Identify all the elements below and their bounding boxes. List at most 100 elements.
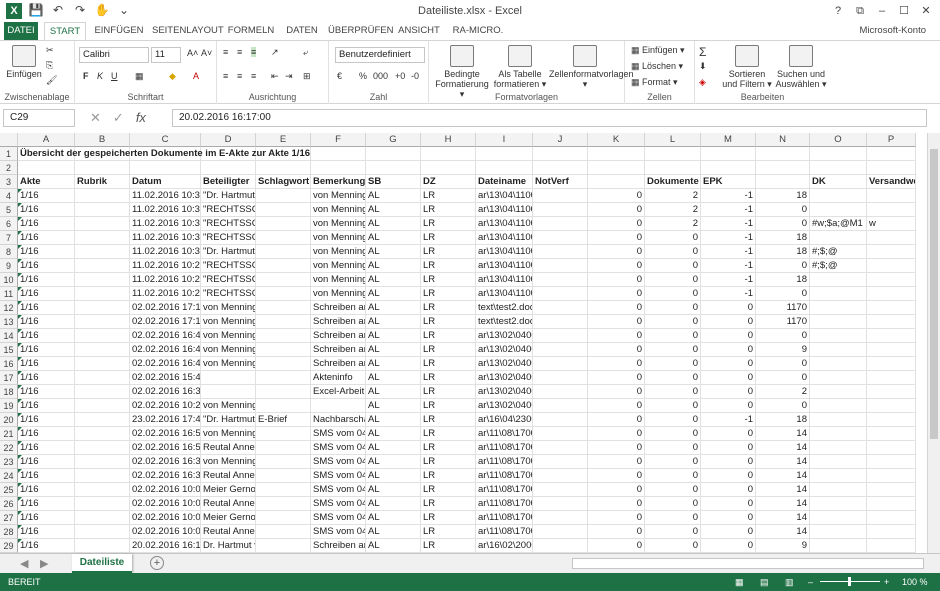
cell-F24[interactable]: SMS vom 04. [311, 469, 366, 483]
cell-A11[interactable]: 1/16 [18, 287, 75, 301]
cell-M12[interactable]: 0 [701, 301, 756, 315]
cell-L28[interactable]: 0 [645, 525, 701, 539]
cell-I12[interactable]: text\test2.docx [476, 301, 533, 315]
cell-G5[interactable]: AL [366, 203, 421, 217]
cell-O18[interactable] [810, 385, 867, 399]
cell-F7[interactable]: von Menning [311, 231, 366, 245]
cell-E8[interactable] [256, 245, 311, 259]
cell-A17[interactable]: 1/16 [18, 371, 75, 385]
cell-I8[interactable]: ar\13\04\110000500001-0 [476, 245, 533, 259]
cell-H22[interactable]: LR [421, 441, 476, 455]
cell-C17[interactable]: 02.02.2016 15:42 [130, 371, 201, 385]
cell-K6[interactable]: 0 [588, 217, 645, 231]
cell-M23[interactable]: 0 [701, 455, 756, 469]
cell-B3[interactable]: Rubrik [75, 175, 130, 189]
cell-E3[interactable]: Schlagwort [256, 175, 311, 189]
enter-icon[interactable]: ✓ [113, 109, 124, 127]
cell-M9[interactable]: -1 [701, 259, 756, 273]
cell-M4[interactable]: -1 [701, 189, 756, 203]
cell-D24[interactable]: Reutal Annelene [201, 469, 256, 483]
cell-B12[interactable] [75, 301, 130, 315]
redo-icon[interactable]: ↷ [72, 3, 88, 17]
tab-ra-micro[interactable]: RA-MICRO. [450, 22, 506, 40]
cell-I16[interactable]: ar\13\02\040000700001-0 [476, 357, 533, 371]
cell-C20[interactable]: 23.02.2016 17:40 [130, 413, 201, 427]
cell-F17[interactable]: Akteninfo [311, 371, 366, 385]
cell-E15[interactable] [256, 343, 311, 357]
align-center-icon[interactable]: ≡ [237, 71, 242, 81]
cell-C15[interactable]: 02.02.2016 16:47 [130, 343, 201, 357]
column-header-A[interactable]: A [18, 133, 75, 147]
tab-formulas[interactable]: FORMELN [226, 22, 276, 40]
cell-A10[interactable]: 1/16 [18, 273, 75, 287]
cell-M24[interactable]: 0 [701, 469, 756, 483]
find-select-button[interactable]: Suchen und Auswählen ▾ [775, 45, 827, 90]
cell-F26[interactable]: SMS vom 04. [311, 497, 366, 511]
row-header[interactable]: 16 [0, 357, 18, 371]
cell-F11[interactable]: von Menning [311, 287, 366, 301]
column-header-J[interactable]: J [533, 133, 588, 147]
cell-I23[interactable]: ar\11\08\170002400001-0 [476, 455, 533, 469]
cell-I6[interactable]: ar\13\04\110000800001-0 [476, 217, 533, 231]
cell-H16[interactable]: LR [421, 357, 476, 371]
cell-K19[interactable]: 0 [588, 399, 645, 413]
cell-D29[interactable]: Dr. Hartmut von Menning [201, 539, 256, 553]
clear-icon[interactable]: ◈ [699, 77, 706, 88]
row-header[interactable]: 24 [0, 469, 18, 483]
cell-C9[interactable]: 11.02.2016 10:29 [130, 259, 201, 273]
cell-A21[interactable]: 1/16 [18, 427, 75, 441]
cell-K12[interactable]: 0 [588, 301, 645, 315]
cell-I29[interactable]: ar\16\02\200000200001-0 [476, 539, 533, 553]
cell-P8[interactable] [867, 245, 916, 259]
cell-I15[interactable]: ar\13\02\040000800001-0 [476, 343, 533, 357]
cell-J27[interactable] [533, 511, 588, 525]
cell-N22[interactable]: 14 [756, 441, 810, 455]
cell-N17[interactable]: 0 [756, 371, 810, 385]
cell-K28[interactable]: 0 [588, 525, 645, 539]
sheet-tab-dateiliste[interactable]: Dateiliste [72, 554, 132, 573]
format-painter-icon[interactable]: 🖌 [46, 75, 57, 86]
tab-page-layout[interactable]: SEITENLAYOUT [152, 22, 224, 40]
cell-E6[interactable] [256, 217, 311, 231]
cell-C22[interactable]: 02.02.2016 16:54 [130, 441, 201, 455]
cell-C21[interactable]: 02.02.2016 16:54 [130, 427, 201, 441]
cell-L20[interactable]: 0 [645, 413, 701, 427]
help-button[interactable]: ? [828, 2, 848, 20]
cell-B22[interactable] [75, 441, 130, 455]
row-header[interactable]: 1 [0, 147, 18, 161]
cell-E2[interactable] [256, 161, 311, 175]
column-header-B[interactable]: B [75, 133, 130, 147]
cell-M20[interactable]: -1 [701, 413, 756, 427]
insert-cells-button[interactable]: ▦ Einfügen ▾ [631, 45, 685, 56]
cell-G21[interactable]: AL [366, 427, 421, 441]
wrap-text-icon[interactable]: ⤶ [303, 47, 308, 58]
cell-N2[interactable] [756, 161, 810, 175]
cell-F9[interactable]: von Menning [311, 259, 366, 273]
row-header[interactable]: 17 [0, 371, 18, 385]
cell-F16[interactable]: Schreiben ar [311, 357, 366, 371]
cell-N8[interactable]: 18 [756, 245, 810, 259]
cell-B19[interactable] [75, 399, 130, 413]
cell-O8[interactable]: #;$;@ [810, 245, 867, 259]
cell-M25[interactable]: 0 [701, 483, 756, 497]
cell-M16[interactable]: 0 [701, 357, 756, 371]
cell-F8[interactable]: von Menning [311, 245, 366, 259]
column-header-F[interactable]: F [311, 133, 366, 147]
cell-J11[interactable] [533, 287, 588, 301]
row-header[interactable]: 13 [0, 315, 18, 329]
cell-L5[interactable]: 2 [645, 203, 701, 217]
cell-B27[interactable] [75, 511, 130, 525]
cell-J20[interactable] [533, 413, 588, 427]
page-break-view-icon[interactable]: ▥ [785, 573, 794, 591]
cell-C27[interactable]: 02.02.2016 10:06 [130, 511, 201, 525]
cell-D13[interactable]: von Menninghoff, Dr. Hartm [201, 315, 256, 329]
cell-H9[interactable]: LR [421, 259, 476, 273]
cell-A15[interactable]: 1/16 [18, 343, 75, 357]
cell-O19[interactable] [810, 399, 867, 413]
cell-C6[interactable]: 11.02.2016 10:32 [130, 217, 201, 231]
cell-H1[interactable] [421, 147, 476, 161]
name-box[interactable]: C29 [3, 109, 75, 127]
cell-I26[interactable]: ar\11\08\170002100001-0 [476, 497, 533, 511]
select-all-corner[interactable] [0, 133, 18, 147]
cell-A6[interactable]: 1/16 [18, 217, 75, 231]
